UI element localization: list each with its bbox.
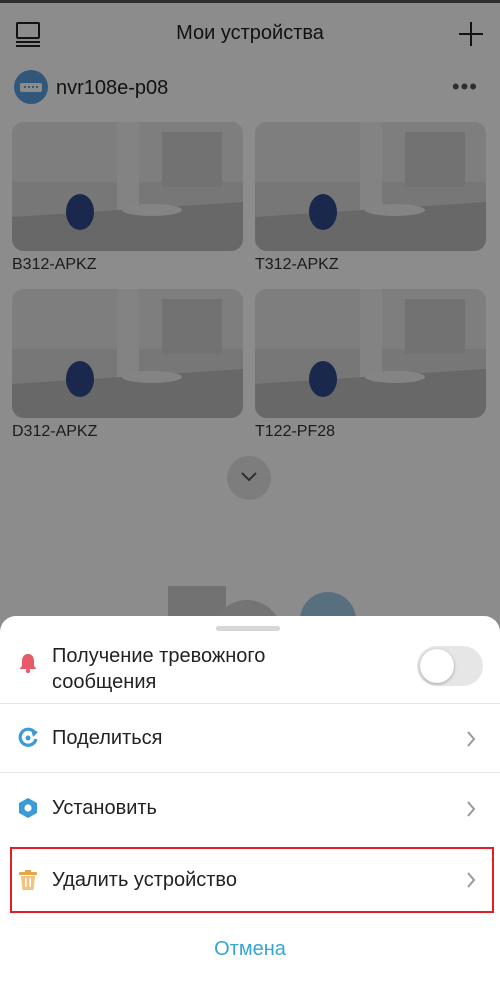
alarm-label-line1: Получение тревожного [52, 645, 266, 667]
delete-row-highlight [10, 847, 494, 913]
chevron-right-icon [467, 731, 476, 747]
chevron-right-icon [467, 801, 476, 817]
bell-icon [19, 654, 37, 674]
share-icon [18, 727, 38, 747]
alarm-label-line2: сообщения [52, 671, 157, 693]
action-sheet: Получение тревожного сообщения Поделитьс… [0, 616, 500, 986]
alarm-notification-row: Получение тревожного сообщения [0, 616, 500, 704]
share-row[interactable]: Поделиться [0, 704, 500, 773]
share-label: Поделиться [52, 727, 163, 749]
toggle-knob [420, 649, 454, 683]
settings-row[interactable]: Установить [0, 773, 500, 844]
settings-icon [19, 798, 37, 818]
settings-label: Установить [52, 797, 157, 819]
alarm-toggle[interactable] [417, 646, 483, 686]
cancel-button[interactable]: Отмена [0, 938, 500, 961]
